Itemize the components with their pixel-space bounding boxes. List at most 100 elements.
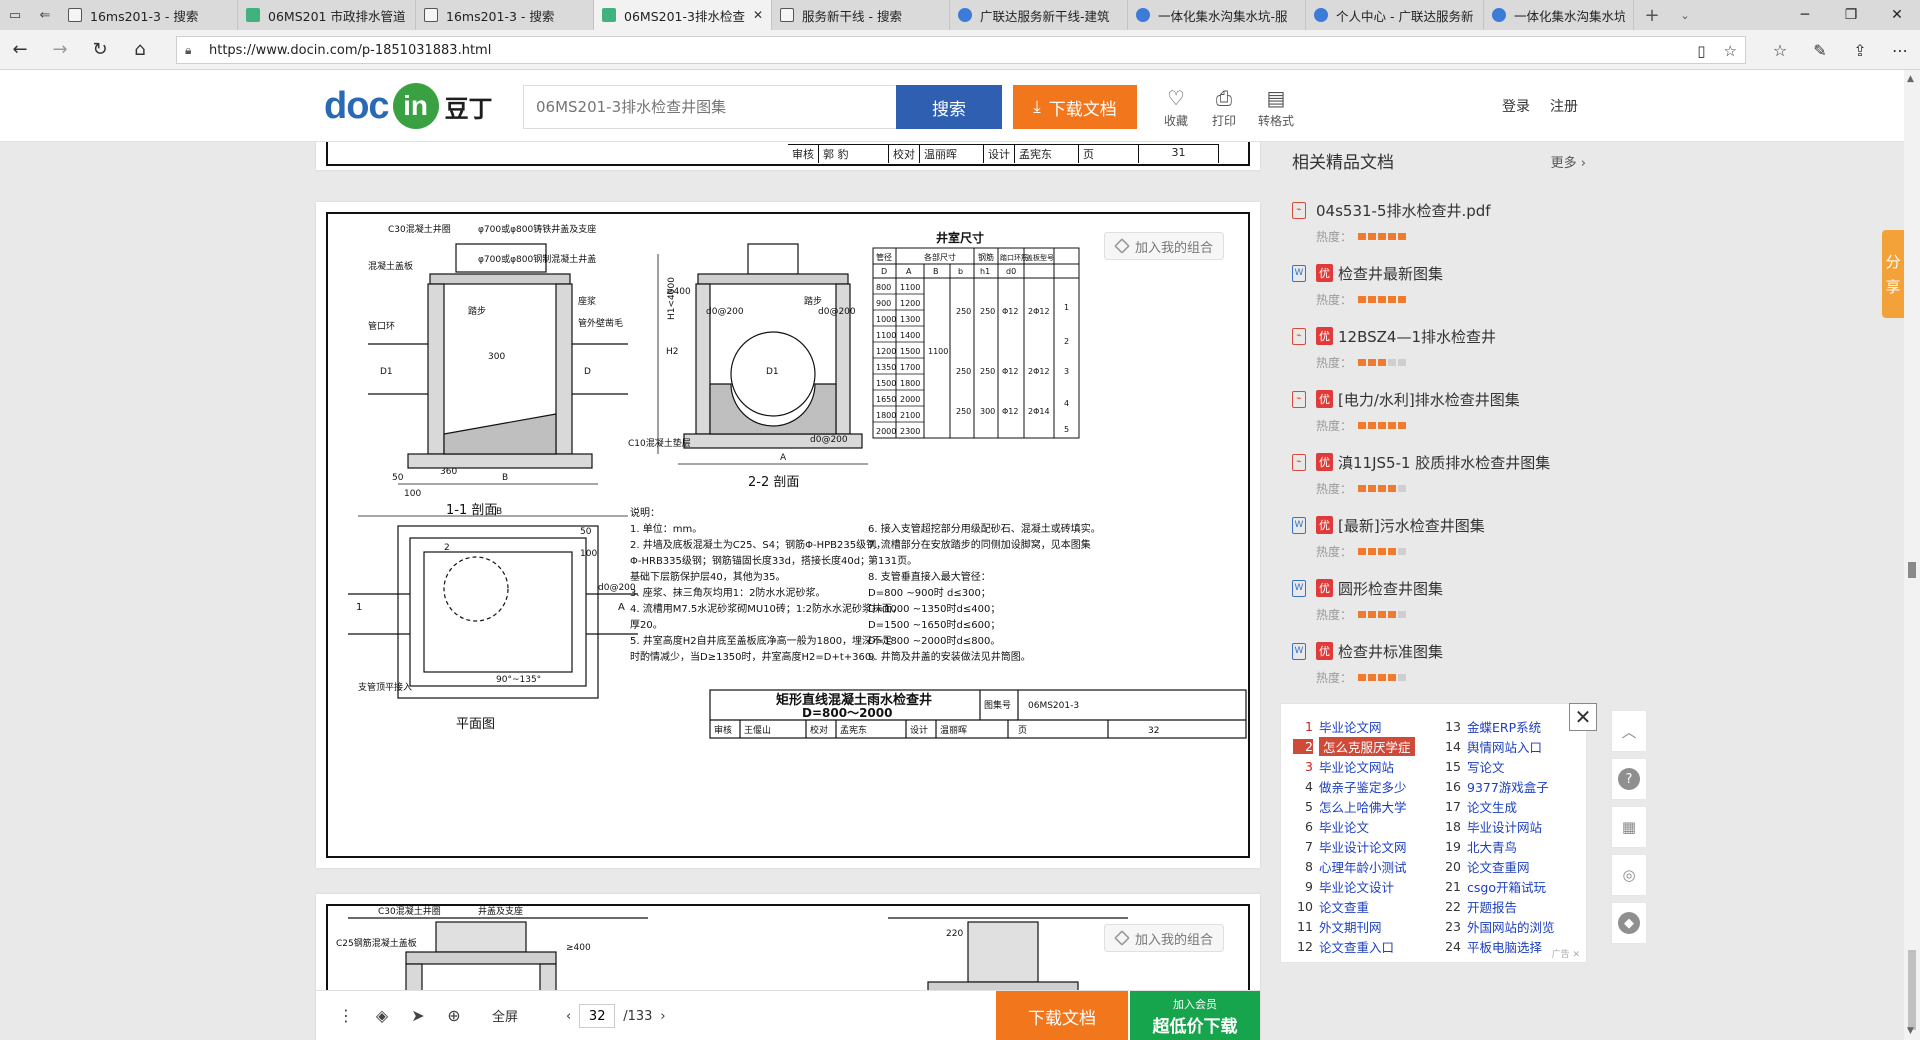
- close-tab-icon[interactable]: ✕: [753, 8, 763, 22]
- close-icon[interactable]: ✕: [1569, 703, 1597, 731]
- ad-link[interactable]: 15 写论文: [1441, 756, 1555, 776]
- url-field[interactable]: 🔒︎ https://www.docin.com/p-1851031883.ht…: [176, 36, 1746, 64]
- minimize-icon[interactable]: ─: [1782, 0, 1828, 30]
- vip-download-button[interactable]: 加入会员 超低价下载: [1130, 991, 1260, 1040]
- more-vertical-icon[interactable]: ⋮: [328, 1006, 364, 1025]
- related-item[interactable]: W 优检查井标准图集 热度：: [1292, 639, 1592, 699]
- forward-icon[interactable]: →: [40, 30, 80, 70]
- ad-link[interactable]: 5 怎么上哈佛大学: [1293, 796, 1415, 816]
- browser-tab[interactable]: 06MS201 市政排水管道: [238, 0, 416, 30]
- related-item[interactable]: ⌁ 04s531-5排水检查井.pdf 热度：: [1292, 198, 1592, 258]
- favorites-icon[interactable]: ☆: [1760, 41, 1800, 60]
- ad-link[interactable]: 12 论文查重入口: [1293, 936, 1415, 956]
- ad-link[interactable]: 24 平板电脑选择: [1441, 936, 1555, 956]
- restore-icon[interactable]: ❐: [1828, 0, 1874, 30]
- more-link[interactable]: 更多 ›: [1551, 152, 1586, 171]
- ad-link[interactable]: 20 论文查重网: [1441, 856, 1555, 876]
- related-item[interactable]: W 优 [最新]污水检查井图集 热度：: [1292, 513, 1592, 573]
- scroll-up-icon[interactable]: ▲: [1907, 74, 1914, 84]
- share-icon[interactable]: ⇪: [1840, 41, 1880, 60]
- scrollbar[interactable]: ▲ ▼: [1904, 70, 1920, 1040]
- related-item-title[interactable]: [最新]污水检查井图集: [1338, 515, 1485, 536]
- ad-link[interactable]: 4 做亲子鉴定多少: [1293, 776, 1415, 796]
- download-doc-button[interactable]: 下载文档: [996, 991, 1128, 1040]
- browser-tab[interactable]: 一体化集水沟集水坑-服: [1484, 0, 1634, 30]
- search-button[interactable]: 搜索: [896, 85, 1002, 129]
- related-item[interactable]: ⌁ 优滇11JS5-1 胶质排水检查井图集 热度：: [1292, 450, 1592, 510]
- close-window-icon[interactable]: ✕: [1874, 0, 1920, 30]
- home-icon[interactable]: ⌂: [120, 30, 160, 70]
- related-item-title[interactable]: 04s531-5排水检查井.pdf: [1316, 200, 1491, 221]
- fullscreen-button[interactable]: 全屏: [492, 1006, 518, 1025]
- chevron-down-icon[interactable]: ⌄: [1670, 0, 1700, 30]
- convert-button[interactable]: ▤ 转格式: [1254, 86, 1298, 129]
- favorite-star-icon[interactable]: ☆: [1724, 42, 1737, 60]
- ad-link[interactable]: 10 论文查重: [1293, 896, 1415, 916]
- related-item-title[interactable]: 检查井标准图集: [1338, 641, 1443, 662]
- browser-tab[interactable]: 16ms201-3 - 搜索: [416, 0, 594, 30]
- related-item-title[interactable]: 圆形检查井图集: [1338, 578, 1443, 599]
- ad-link[interactable]: 18 毕业设计网站: [1441, 816, 1555, 836]
- ad-link[interactable]: 6 毕业论文: [1293, 816, 1415, 836]
- download-button[interactable]: ⤓ 下载文档: [1013, 85, 1137, 129]
- related-item[interactable]: ⌁ 优 [电力/水利]排水检查井图集 热度：: [1292, 387, 1592, 447]
- new-tab-icon[interactable]: +: [1634, 0, 1670, 30]
- add-combo-button[interactable]: 加入我的组合: [1103, 924, 1224, 952]
- browser-tab[interactable]: 广联达服务新干线-建筑: [950, 0, 1128, 30]
- add-combo-button[interactable]: 加入我的组合: [1103, 232, 1224, 260]
- ad-link[interactable]: 21 csgo开箱试玩: [1441, 876, 1555, 896]
- related-item[interactable]: W 优圆形检查井图集 热度：: [1292, 576, 1592, 636]
- next-page-icon[interactable]: ›: [660, 1009, 665, 1024]
- prev-page-icon[interactable]: ‹: [566, 1009, 571, 1024]
- browser-tab-active[interactable]: 06MS201-3排水检查 ✕: [594, 0, 772, 30]
- help-icon[interactable]: ?: [1611, 758, 1647, 800]
- chevron-up-icon[interactable]: ︿: [1611, 710, 1647, 752]
- layers-icon[interactable]: ◈: [364, 1006, 400, 1025]
- related-item-title[interactable]: 滇11JS5-1 胶质排水检查井图集: [1338, 452, 1550, 473]
- ad-link[interactable]: 19 北大青鸟: [1441, 836, 1555, 856]
- related-item-title[interactable]: 检查井最新图集: [1338, 263, 1443, 284]
- ad-link[interactable]: 3 毕业论文网站: [1293, 756, 1415, 776]
- browser-tab[interactable]: 服务新干线 - 搜索: [772, 0, 950, 30]
- related-item[interactable]: W 优检查井最新图集 热度：: [1292, 261, 1592, 321]
- reading-view-icon[interactable]: ▯: [1697, 42, 1705, 60]
- ad-link[interactable]: 7 毕业设计论文网: [1293, 836, 1415, 856]
- tab-back-icon[interactable]: ⇐: [30, 0, 60, 30]
- scroll-down-icon[interactable]: ▼: [1907, 1026, 1914, 1036]
- ad-link[interactable]: 14 舆情网站入口: [1441, 736, 1555, 756]
- ad-link[interactable]: 23 外国网站的浏览: [1441, 916, 1554, 936]
- docin-logo[interactable]: doc in 豆丁: [324, 82, 493, 130]
- search-input[interactable]: [523, 85, 896, 129]
- browser-tab[interactable]: 个人中心 - 广联达服务新: [1306, 0, 1484, 30]
- more-icon[interactable]: ⋯: [1880, 41, 1920, 60]
- page-number-input[interactable]: [579, 1004, 616, 1028]
- related-item-title[interactable]: [电力/水利]排水检查井图集: [1338, 389, 1520, 410]
- ad-link[interactable]: 17 论文生成: [1441, 796, 1555, 816]
- related-item-title[interactable]: 12BSZ4—1排水检查井: [1338, 326, 1496, 347]
- qrcode-icon[interactable]: ▦: [1611, 806, 1647, 848]
- browser-tab[interactable]: 一体化集水沟集水坑-服: [1128, 0, 1306, 30]
- ad-link[interactable]: 8 心理年龄小测试: [1293, 856, 1415, 876]
- ad-link[interactable]: 9 毕业论文设计: [1293, 876, 1415, 896]
- wechat-icon[interactable]: ◎: [1611, 854, 1647, 896]
- share-tab[interactable]: 分 享: [1882, 230, 1904, 318]
- browser-tab[interactable]: 16ms201-3 - 搜索: [60, 0, 238, 30]
- ad-link[interactable]: 13 金蝶ERP系统: [1441, 716, 1555, 736]
- pointer-icon[interactable]: ➤: [400, 1006, 436, 1025]
- tab-actions-icon[interactable]: ▭: [0, 0, 30, 30]
- back-icon[interactable]: ←: [0, 30, 40, 70]
- refresh-icon[interactable]: ↻: [80, 30, 120, 70]
- scroll-thumb[interactable]: [1908, 562, 1916, 578]
- zoom-in-icon[interactable]: ⊕: [436, 1006, 472, 1025]
- ad-link[interactable]: 22 开题报告: [1441, 896, 1555, 916]
- qq-icon[interactable]: ◆: [1611, 902, 1647, 944]
- ad-link[interactable]: 1 毕业论文网: [1293, 716, 1415, 736]
- related-item[interactable]: ⌁ 优 12BSZ4—1排水检查井 热度：: [1292, 324, 1592, 384]
- print-button[interactable]: ⎙ 打印: [1204, 86, 1244, 129]
- ad-link[interactable]: 11 外文期刊网: [1293, 916, 1415, 936]
- collect-button[interactable]: ♡ 收藏: [1156, 86, 1196, 129]
- ad-link[interactable]: 16 9377游戏盒子: [1441, 776, 1555, 796]
- ad-link[interactable]: 2 怎么克服厌学症: [1293, 736, 1415, 756]
- pen-icon[interactable]: ✎: [1800, 41, 1840, 60]
- register-link[interactable]: 注册: [1550, 96, 1578, 116]
